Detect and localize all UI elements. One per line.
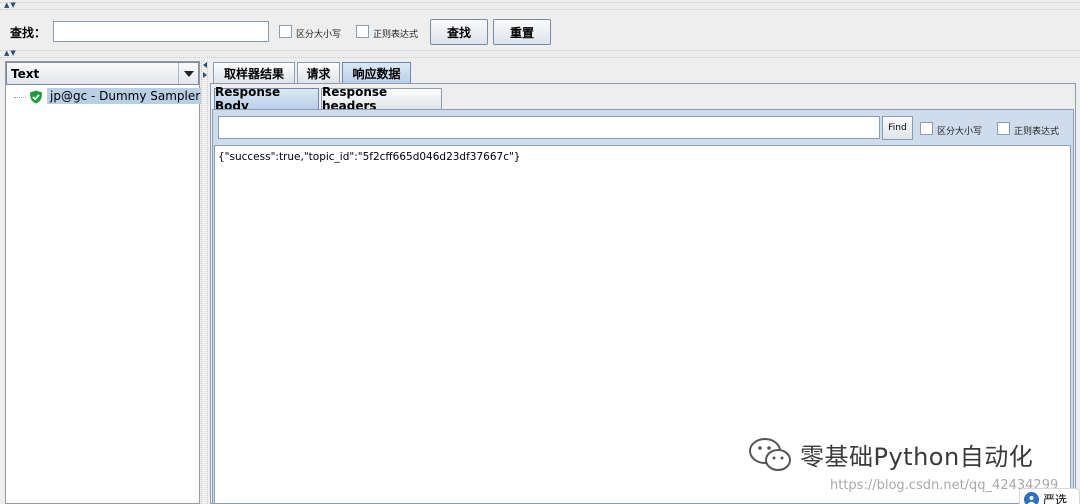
split-arrows-icon xyxy=(203,62,207,78)
search-input[interactable] xyxy=(53,21,269,42)
vertical-splitter[interactable] xyxy=(201,61,208,504)
corner-badge-label: 严选 xyxy=(1043,492,1068,504)
chevron-down-icon[interactable] xyxy=(178,63,198,84)
reset-button[interactable]: 重置 xyxy=(493,19,551,45)
renderer-select-value: Text xyxy=(11,67,40,81)
corner-badge[interactable]: 严选 xyxy=(1019,488,1080,504)
response-regex-label: 正则表达式 xyxy=(1014,127,1060,137)
tab-sampler-result[interactable]: 取样器结果 xyxy=(213,62,295,83)
toolbar-splitter[interactable]: ▲▼ xyxy=(0,49,1080,58)
case-sensitive-checkbox[interactable] xyxy=(279,25,292,38)
collapse-arrows-icon[interactable]: ▲▼ xyxy=(4,49,17,57)
response-regex-checkbox[interactable] xyxy=(997,122,1010,135)
search-label: 查找： xyxy=(10,26,47,40)
watermark-title: 零基础Python自动化 xyxy=(800,443,1034,471)
renderer-select[interactable]: Text xyxy=(6,62,199,85)
response-body-text: {"success":true,"topic_id":"5f2cff665d04… xyxy=(218,151,521,163)
tree-connector xyxy=(14,97,26,98)
regex-checkbox[interactable] xyxy=(356,25,369,38)
response-case-sensitive-label: 区分大小写 xyxy=(937,127,983,137)
tab-response-body[interactable]: Response Body xyxy=(214,85,319,113)
results-tree-panel xyxy=(5,61,200,504)
response-case-sensitive-checkbox[interactable] xyxy=(920,122,933,135)
response-find-button[interactable]: Find xyxy=(882,116,913,140)
tab-response-headers[interactable]: Response headers xyxy=(321,85,442,113)
collapse-arrows-icon[interactable]: ▲▼ xyxy=(4,1,17,9)
success-shield-icon xyxy=(29,90,43,104)
tree-item-dummy-sampler[interactable]: jp@gc - Dummy Sampler xyxy=(47,88,204,104)
regex-label: 正则表达式 xyxy=(373,30,419,40)
top-splitter[interactable]: ▲▼ xyxy=(0,1,1080,10)
response-search-input[interactable] xyxy=(218,116,880,139)
wechat-logo-icon xyxy=(748,436,794,472)
tab-response-data[interactable]: 响应数据 xyxy=(342,62,411,83)
find-button[interactable]: 查找 xyxy=(430,19,488,45)
case-sensitive-label: 区分大小写 xyxy=(296,30,342,40)
tab-request[interactable]: 请求 xyxy=(297,62,340,83)
avatar-icon xyxy=(1024,491,1039,504)
